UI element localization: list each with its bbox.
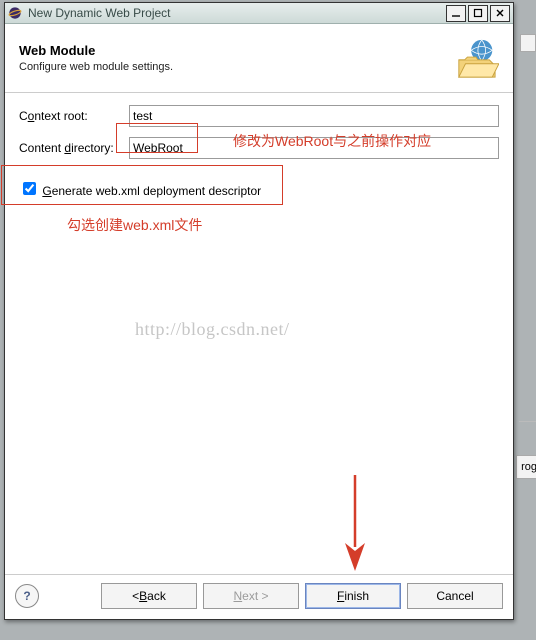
content-directory-input[interactable] [129, 137, 499, 159]
bg-divider [519, 421, 536, 422]
wizard-content: Context root: Content directory: Generat… [5, 93, 513, 574]
generate-webxml-label[interactable]: Generate web.xml deployment descriptor [42, 184, 261, 198]
wizard-dialog: New Dynamic Web Project Web Module Confi… [4, 2, 514, 620]
bg-icon-1 [520, 34, 536, 52]
web-module-icon [453, 37, 499, 79]
content-directory-label: Content directory: [19, 141, 129, 155]
generate-webxml-row: Generate web.xml deployment descriptor [19, 179, 499, 198]
help-button[interactable]: ? [15, 584, 39, 608]
close-button[interactable] [490, 5, 510, 22]
next-button: Next > [203, 583, 299, 609]
context-root-label: Context root: [19, 109, 129, 123]
titlebar: New Dynamic Web Project [5, 3, 513, 24]
minimize-button[interactable] [446, 5, 466, 22]
watermark-text: http://blog.csdn.net/ [135, 319, 290, 340]
context-root-input[interactable] [129, 105, 499, 127]
content-directory-row: Content directory: [19, 137, 499, 159]
annotation-text-checkbox: 勾选创建web.xml文件 [67, 215, 202, 235]
generate-webxml-checkbox[interactable] [23, 182, 36, 195]
window-title: New Dynamic Web Project [28, 6, 444, 20]
maximize-button[interactable] [468, 5, 488, 22]
bg-fragment: rog [516, 455, 536, 479]
wizard-banner: Web Module Configure web module settings… [5, 24, 513, 93]
banner-heading: Web Module [19, 43, 453, 58]
back-button[interactable]: < Back [101, 583, 197, 609]
wizard-footer: ? < Back Next > Finish Cancel [5, 574, 513, 619]
finish-button[interactable]: Finish [305, 583, 401, 609]
context-root-row: Context root: [19, 105, 499, 127]
eclipse-icon [8, 6, 22, 20]
banner-subtitle: Configure web module settings. [19, 61, 453, 73]
cancel-button[interactable]: Cancel [407, 583, 503, 609]
annotation-arrow-icon [340, 473, 370, 573]
